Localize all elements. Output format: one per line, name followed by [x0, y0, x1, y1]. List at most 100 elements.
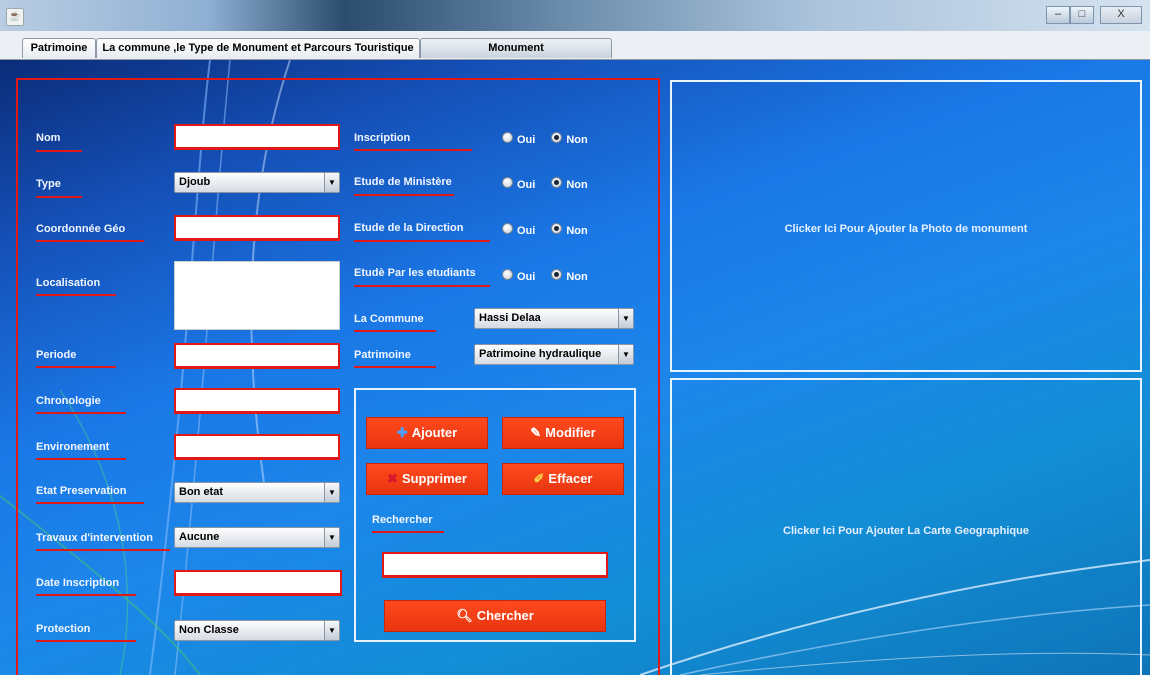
- nom-label: Nom: [36, 132, 61, 144]
- non-label: Non: [566, 134, 588, 146]
- travaux-label: Travaux d'intervention: [36, 532, 153, 544]
- coordonnee-input[interactable]: [174, 215, 340, 241]
- periode-label: Periode: [36, 349, 77, 361]
- non-label: Non: [566, 179, 588, 191]
- delete-icon: ✖: [387, 471, 398, 486]
- search-input[interactable]: [382, 552, 608, 578]
- tab-commune-type-parcours[interactable]: La commune ,le Type de Monument et Parco…: [96, 38, 420, 58]
- commune-label: La Commune: [354, 313, 424, 325]
- chercher-label: Chercher: [476, 608, 534, 623]
- etude-ministere-oui-radio[interactable]: Oui: [502, 177, 535, 191]
- travaux-select[interactable]: Aucune ▼: [174, 527, 340, 548]
- inscription-radio-group: Oui Non: [502, 132, 588, 146]
- periode-input[interactable]: [174, 343, 340, 369]
- inscription-oui-radio[interactable]: Oui: [502, 132, 535, 146]
- type-select[interactable]: Djoub ▼: [174, 172, 340, 193]
- etude-direction-oui-radio[interactable]: Oui: [502, 223, 535, 237]
- etude-ministere-underline: [354, 194, 454, 196]
- oui-label: Oui: [517, 225, 536, 237]
- inscription-label: Inscription: [354, 132, 411, 144]
- commune-underline: [354, 330, 436, 332]
- chronologie-input[interactable]: [174, 388, 340, 414]
- etude-direction-underline: [354, 240, 490, 242]
- chevron-down-icon: ▼: [324, 483, 339, 502]
- supprimer-label: Supprimer: [401, 471, 467, 486]
- protection-underline: [36, 640, 136, 642]
- protection-select[interactable]: Non Classe ▼: [174, 620, 340, 641]
- type-select-value: Djoub: [179, 176, 211, 188]
- tab-bar: Patrimoine La commune ,le Type de Monume…: [0, 31, 1150, 60]
- rechercher-label: Rechercher: [372, 514, 433, 526]
- oui-label: Oui: [517, 271, 536, 283]
- radio-on-icon: [551, 223, 563, 234]
- java-app-icon: ☕: [6, 8, 24, 26]
- supprimer-button[interactable]: ✖ Supprimer: [366, 463, 488, 495]
- tab-patrimoine[interactable]: Patrimoine: [22, 38, 96, 58]
- date-inscription-underline: [36, 594, 136, 596]
- radio-off-icon: [502, 132, 513, 143]
- effacer-button[interactable]: ✐ Effacer: [502, 463, 624, 495]
- etude-etudiants-radio-group: Oui Non: [502, 269, 588, 283]
- etat-select-value: Bon etat: [179, 486, 223, 498]
- travaux-underline: [36, 549, 170, 551]
- date-inscription-label: Date Inscription: [36, 577, 120, 589]
- chevron-down-icon: ▼: [324, 173, 339, 192]
- oui-label: Oui: [517, 134, 536, 146]
- commune-select-value: Hassi Delaa: [479, 312, 541, 324]
- nom-underline: [36, 150, 82, 152]
- minimize-button[interactable]: –: [1046, 6, 1070, 24]
- etude-ministere-radio-group: Oui Non: [502, 177, 588, 191]
- effacer-label: Effacer: [548, 471, 593, 486]
- photo-panel-text: Clicker Ici Pour Ajouter la Photo de mon…: [784, 223, 1028, 235]
- etat-underline: [36, 502, 144, 504]
- ajouter-button[interactable]: ✚ Ajouter: [366, 417, 488, 449]
- environement-input[interactable]: [174, 434, 340, 460]
- chercher-button[interactable]: 🔍︎ Chercher: [384, 600, 606, 632]
- rechercher-underline: [372, 531, 444, 533]
- radio-on-icon: [551, 269, 563, 280]
- non-label: Non: [566, 225, 588, 237]
- date-inscription-input[interactable]: [174, 570, 342, 596]
- etude-ministere-label: Etude de Ministère: [354, 176, 452, 188]
- eraser-icon: ✐: [533, 471, 545, 486]
- protection-select-value: Non Classe: [179, 624, 239, 636]
- carte-panel-text: Clicker Ici Pour Ajouter La Carte Geogra…: [783, 525, 1029, 537]
- environement-label: Environement: [36, 441, 110, 453]
- window-controls: – □ X: [1046, 6, 1142, 24]
- etat-select[interactable]: Bon etat ▼: [174, 482, 340, 503]
- chevron-down-icon: ▼: [618, 309, 633, 328]
- tab-monument[interactable]: Monument: [420, 38, 612, 58]
- close-button[interactable]: X: [1100, 6, 1142, 24]
- edit-icon: ✎: [530, 425, 542, 440]
- etude-direction-radio-group: Oui Non: [502, 223, 588, 237]
- carte-panel[interactable]: Clicker Ici Pour Ajouter La Carte Geogra…: [670, 378, 1142, 675]
- oui-label: Oui: [517, 179, 536, 191]
- radio-on-icon: [551, 177, 563, 188]
- environement-underline: [36, 458, 126, 460]
- nom-input[interactable]: [174, 124, 340, 150]
- window-title-bar: ☕ – □ X: [0, 0, 1150, 31]
- commune-select[interactable]: Hassi Delaa ▼: [474, 308, 634, 329]
- coordonnee-label: Coordonnée Géo: [36, 223, 126, 235]
- etude-etudiants-underline: [354, 285, 490, 287]
- periode-underline: [36, 366, 116, 368]
- photo-panel[interactable]: Clicker Ici Pour Ajouter la Photo de mon…: [670, 80, 1142, 372]
- protection-label: Protection: [36, 623, 91, 635]
- patrimoine-select-value: Patrimoine hydraulique: [479, 348, 602, 360]
- etat-label: Etat Preservation: [36, 485, 127, 497]
- non-label: Non: [566, 271, 588, 283]
- type-underline: [36, 196, 82, 198]
- modifier-label: Modifier: [545, 425, 596, 440]
- patrimoine-select[interactable]: Patrimoine hydraulique ▼: [474, 344, 634, 365]
- etude-etudiants-oui-radio[interactable]: Oui: [502, 269, 535, 283]
- etude-direction-non-radio[interactable]: Non: [551, 223, 588, 237]
- radio-on-icon: [551, 132, 563, 143]
- maximize-button[interactable]: □: [1070, 6, 1094, 24]
- inscription-non-radio[interactable]: Non: [551, 132, 588, 146]
- chevron-down-icon: ▼: [324, 528, 339, 547]
- monument-panel: Nom Type Djoub ▼ Coordonnée Géo Localisa…: [0, 60, 1150, 675]
- modifier-button[interactable]: ✎ Modifier: [502, 417, 624, 449]
- etude-etudiants-non-radio[interactable]: Non: [551, 269, 588, 283]
- localisation-textarea[interactable]: [174, 261, 340, 330]
- etude-ministere-non-radio[interactable]: Non: [551, 177, 588, 191]
